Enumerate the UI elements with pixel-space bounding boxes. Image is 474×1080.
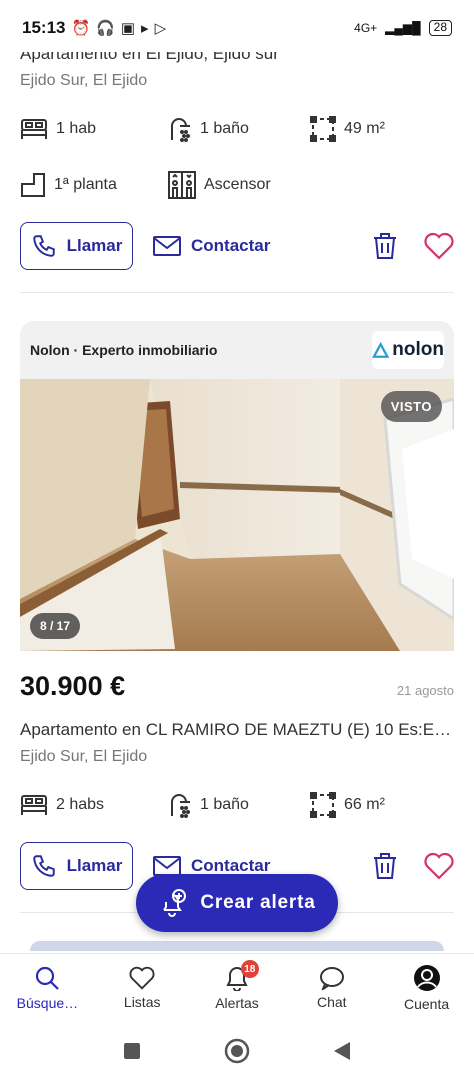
bed-icon [21, 795, 47, 815]
divider [20, 292, 454, 293]
bed-icon [21, 119, 47, 139]
elevator-label: Ascensor [204, 176, 271, 193]
rooms-feature: 2 habs [20, 794, 168, 816]
area-icon [310, 116, 336, 142]
listing2-title[interactable]: Apartamento en CL RAMIRO DE MAEZTU (E) 1… [0, 720, 474, 740]
listing1-location: Ejido Sur, El Ejido [20, 72, 148, 89]
call-button[interactable]: Llamar [20, 842, 133, 890]
network-label: 4G+ [354, 21, 378, 35]
battery-indicator: 28 [428, 20, 452, 36]
baths-feature: 1 baño [168, 116, 310, 142]
play-icon: ▸ [141, 20, 149, 37]
floor-label: 1ª planta [54, 176, 117, 193]
agency-name: Nolon · Experto inmobiliario [30, 342, 218, 358]
listing2-location: Ejido Sur, El Ejido [20, 748, 148, 765]
area-label: 49 m² [344, 120, 385, 137]
listing2-features: 2 habs 1 baño 66 m² [0, 788, 474, 822]
rooms-label: 2 habs [56, 796, 105, 813]
call-button[interactable]: Llamar [20, 222, 133, 270]
price: 30.900 € [20, 671, 126, 701]
shower-icon [171, 118, 190, 142]
heart-icon [129, 966, 155, 990]
tab-account[interactable]: Cuenta [379, 954, 474, 1021]
signal-icon: ▂▄▆█ [385, 21, 421, 35]
create-alert-button[interactable]: Crear alerta [136, 874, 338, 932]
contact-button[interactable]: Contactar [153, 236, 270, 256]
listing2-card[interactable]: Nolon · Experto inmobiliario nolon VISTO… [20, 321, 454, 651]
listing-date: 21 agosto [396, 683, 454, 698]
rooms-label: 1 hab [56, 120, 97, 137]
area-label: 66 m² [344, 796, 385, 813]
photo-counter: 8 / 17 [30, 613, 81, 639]
chat-icon [319, 966, 344, 990]
headphones-icon: 🎧 [96, 20, 115, 37]
call-label: Llamar [66, 856, 123, 875]
play-store-icon: ▷ [154, 20, 167, 37]
seen-badge: VISTO [380, 391, 442, 422]
mail-icon [153, 236, 181, 256]
trash-icon[interactable] [372, 852, 398, 880]
contact-label: Contactar [191, 236, 271, 255]
alarm-icon: ⏰ [71, 20, 91, 37]
baths-label: 1 baño [200, 796, 249, 813]
tab-chat[interactable]: Chat [284, 954, 379, 1021]
tab-lists-label: Listas [123, 993, 161, 1010]
listing1-actions: Llamar Contactar [0, 222, 474, 270]
heart-icon[interactable] [424, 232, 454, 260]
alerts-badge: 18 [240, 960, 259, 978]
tab-alerts[interactable]: 18 Alertas [190, 954, 285, 1021]
elevator-feature: Ascensor [168, 171, 271, 199]
create-alert-label: Crear alerta [200, 892, 316, 913]
baths-label: 1 baño [200, 120, 249, 137]
next-card-peek[interactable] [30, 941, 444, 951]
tab-search-label: Búsque… [16, 994, 79, 1011]
account-icon [413, 964, 440, 991]
tab-search[interactable]: Búsque… [0, 954, 95, 1021]
stairs-icon [21, 173, 45, 197]
mail-icon [153, 856, 181, 876]
house-logo-icon [372, 342, 390, 358]
tab-alerts-label: Alertas [215, 994, 259, 1011]
bell-plus-icon [163, 889, 187, 917]
bottom-tab-bar: Búsque… Listas 18 Alertas Chat Cuenta [0, 953, 474, 1021]
phone-icon [32, 855, 55, 877]
tab-chat-label: Chat [317, 993, 347, 1010]
results-list[interactable]: Apartamento en El Ejido, Ejido sur Ejido… [0, 40, 474, 953]
call-label: Llamar [66, 236, 123, 255]
home-icon[interactable] [224, 1038, 250, 1064]
search-icon [36, 966, 60, 990]
elevator-icon [168, 171, 196, 199]
shower-icon [171, 794, 190, 818]
baths-feature: 1 baño [168, 792, 310, 818]
listing1-features-2: 1ª planta Ascensor [0, 168, 474, 202]
price-row: 30.900 € 21 agosto [0, 671, 474, 702]
listing-photo[interactable]: VISTO 8 / 17 [20, 379, 454, 651]
back-icon[interactable] [332, 1040, 352, 1062]
status-time: 15:13 [22, 18, 66, 37]
listing1-title[interactable]: Apartamento en El Ejido, Ejido sur [0, 52, 474, 64]
trash-icon[interactable] [372, 232, 398, 260]
floor-feature: 1ª planta [20, 172, 168, 198]
agency-header[interactable]: Nolon · Experto inmobiliario nolon [20, 321, 454, 379]
system-nav-bar [0, 1021, 474, 1080]
app-v-icon: ▣ [120, 20, 136, 37]
area-feature: 49 m² [310, 116, 385, 142]
area-feature: 66 m² [310, 792, 385, 818]
recents-icon[interactable] [122, 1041, 142, 1061]
agency-logo: nolon [372, 331, 444, 369]
area-icon [310, 792, 336, 818]
listing1-features: 1 hab 1 baño 49 m² [0, 112, 474, 146]
contact-label: Contactar [191, 856, 271, 875]
phone-icon [32, 235, 55, 257]
heart-icon[interactable] [424, 852, 454, 880]
tab-lists[interactable]: Listas [95, 954, 190, 1021]
contact-button[interactable]: Contactar [153, 856, 270, 876]
tab-account-label: Cuenta [404, 995, 450, 1012]
rooms-feature: 1 hab [20, 118, 168, 140]
